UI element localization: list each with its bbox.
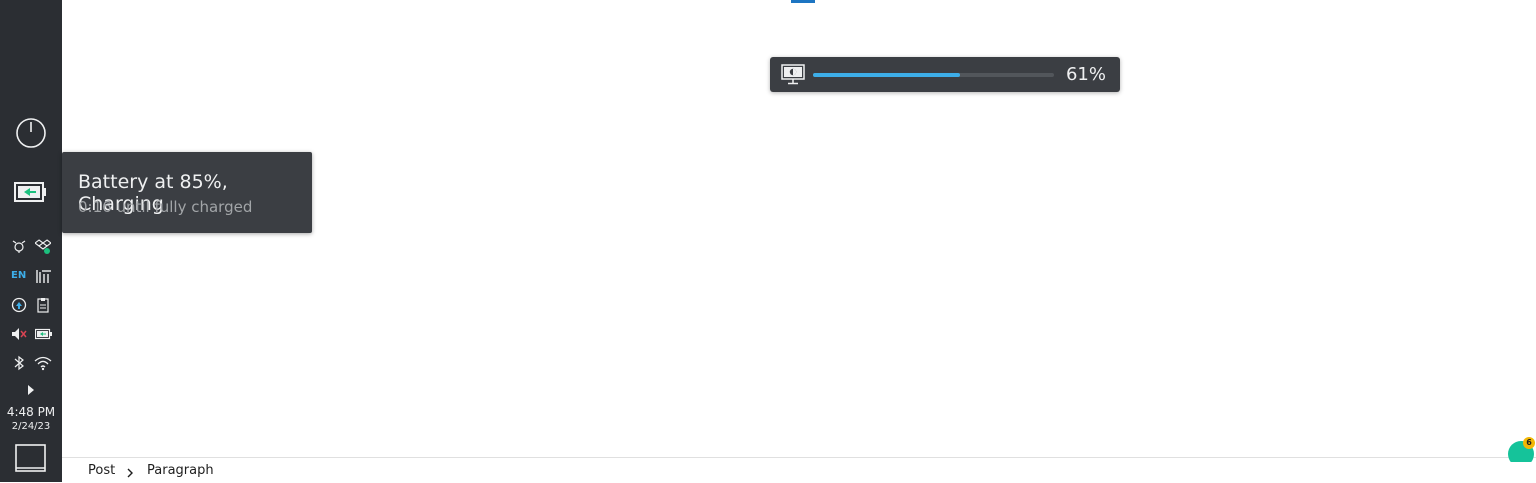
wifi-icon[interactable] bbox=[34, 355, 52, 371]
power-icon[interactable] bbox=[15, 117, 47, 149]
clipboard-icon[interactable] bbox=[35, 297, 51, 313]
show-desktop-icon[interactable] bbox=[15, 444, 47, 474]
battery-charging-icon[interactable] bbox=[14, 181, 48, 203]
top-edge-indicator bbox=[791, 0, 815, 3]
keyboard-layout-indicator[interactable]: EN bbox=[11, 270, 26, 281]
grammarly-badge: 6 bbox=[1523, 437, 1535, 449]
breadcrumb-item-paragraph[interactable]: Paragraph bbox=[147, 463, 214, 478]
alarm-icon[interactable] bbox=[11, 238, 27, 254]
battery-tooltip: Battery at 85%, Charging 0:16 until full… bbox=[62, 152, 312, 233]
brightness-osd: 61% bbox=[770, 57, 1120, 92]
brightness-slider-track bbox=[813, 73, 1054, 77]
volume-muted-icon[interactable] bbox=[11, 326, 27, 342]
clock-date[interactable]: 2/24/23 bbox=[0, 421, 62, 432]
grammarly-button[interactable]: 6 bbox=[1506, 437, 1536, 462]
brightness-slider-fill bbox=[813, 73, 960, 77]
bluetooth-icon[interactable] bbox=[12, 355, 26, 371]
side-panel: EN 4:48 PM 2/24/23 bbox=[0, 0, 62, 482]
battery-small-icon[interactable] bbox=[35, 328, 52, 340]
chevron-right-icon bbox=[126, 465, 134, 483]
audio-mixer-icon[interactable] bbox=[35, 268, 51, 284]
clock-time[interactable]: 4:48 PM bbox=[0, 405, 62, 419]
brightness-value: 61% bbox=[1065, 64, 1106, 85]
breadcrumb-item-post[interactable]: Post bbox=[88, 463, 115, 478]
dropbox-icon[interactable] bbox=[35, 238, 51, 254]
expand-tray-arrow-icon[interactable] bbox=[27, 384, 35, 396]
tooltip-subtitle: 0:16 until fully charged bbox=[78, 198, 253, 216]
display-brightness-icon bbox=[781, 64, 805, 90]
update-icon[interactable] bbox=[11, 297, 27, 313]
block-breadcrumb-bar: Post Paragraph bbox=[62, 457, 1536, 483]
